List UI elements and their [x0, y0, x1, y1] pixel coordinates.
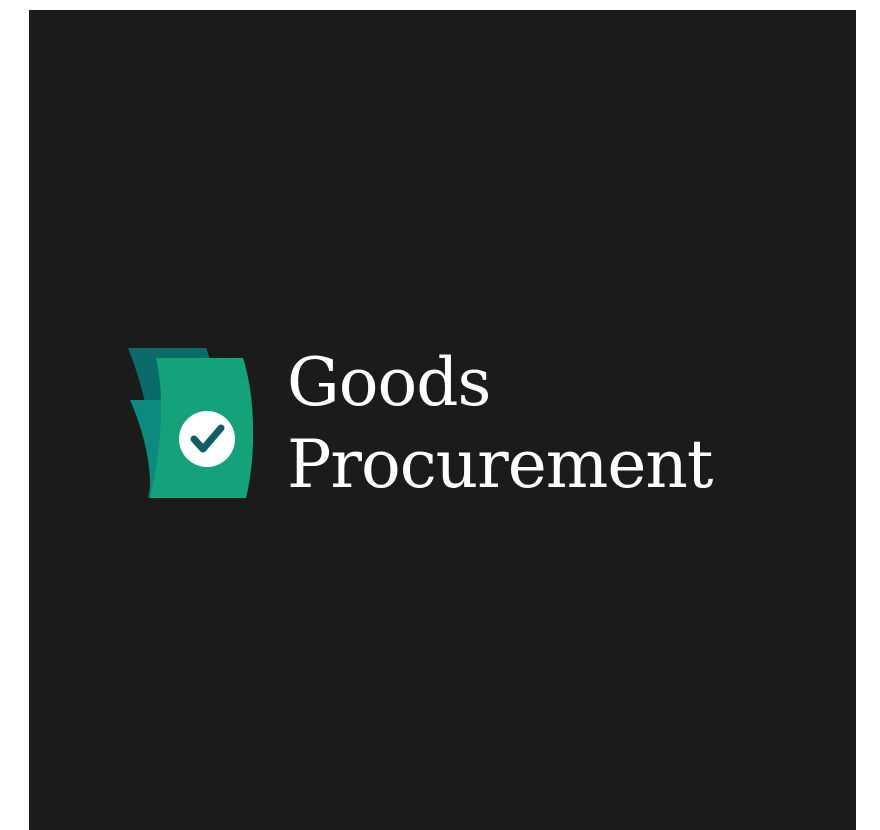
logo-canvas: Goods Procurement: [29, 10, 856, 830]
document-check-icon: [128, 348, 254, 498]
brand-line-1: Goods: [287, 344, 491, 421]
brand-line-2: Procurement: [287, 426, 713, 503]
brand-wordmark: Goods Procurement: [287, 342, 713, 506]
